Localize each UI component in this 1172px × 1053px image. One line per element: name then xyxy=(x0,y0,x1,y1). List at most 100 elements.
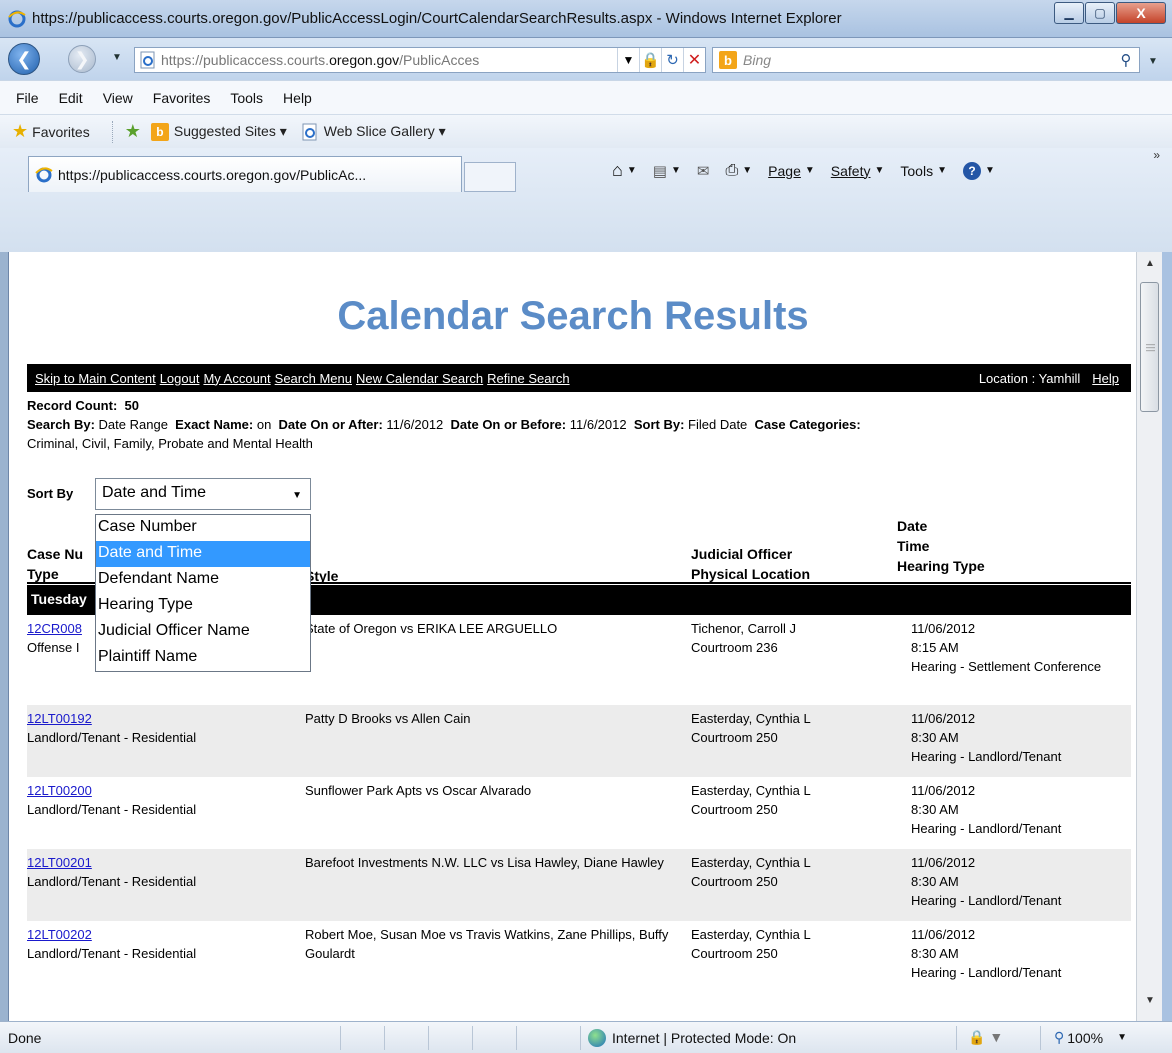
close-button[interactable]: X xyxy=(1116,2,1166,24)
tab-current[interactable]: https://publicaccess.courts.oregon.gov/P… xyxy=(28,156,462,192)
navigation-bar: ❮ ❯ ▼ https://publicaccess.courts.oregon… xyxy=(0,38,1172,80)
home-button[interactable]: ⌂ ▼ xyxy=(612,160,637,181)
case-number-link[interactable]: 12LT00192 xyxy=(27,711,92,726)
status-divider xyxy=(384,1026,385,1050)
address-url[interactable]: https://publicaccess.courts.oregon.gov/P… xyxy=(161,52,617,68)
status-divider xyxy=(428,1026,429,1050)
sort-option-date-and-time[interactable]: Date and Time xyxy=(96,541,310,567)
table-row: 12LT00200 Landlord/Tenant - Residential S… xyxy=(27,783,1062,836)
sort-option-plaintiff-name[interactable]: Plaintiff Name xyxy=(96,645,310,671)
column-header-officer: Judicial Officer Physical Location xyxy=(691,546,811,582)
case-number-link[interactable]: 12LT00200 xyxy=(27,783,92,798)
add-favorite-icon[interactable]: ★ xyxy=(125,121,141,142)
maximize-button[interactable]: ▢ xyxy=(1085,2,1115,24)
search-icon[interactable]: ⚲ xyxy=(1113,51,1139,69)
vertical-scrollbar[interactable]: ▲ — — — ▼ xyxy=(1136,252,1162,1021)
location-label: Location : Yamhill xyxy=(978,370,1081,386)
search-menu-link[interactable]: Search Menu xyxy=(275,371,352,386)
record-count: 50 xyxy=(124,398,139,413)
case-number-link[interactable]: 12LT00202 xyxy=(27,927,92,942)
new-tab-button[interactable] xyxy=(464,162,516,192)
feeds-button[interactable]: ▤ ▼ xyxy=(653,162,681,180)
ie-logo-icon xyxy=(8,10,26,28)
help-link[interactable]: Help xyxy=(1092,371,1119,386)
sort-by-options-list: Case Number Date and Time Defendant Name… xyxy=(95,514,311,672)
refine-search-link[interactable]: Refine Search xyxy=(487,371,569,386)
bing-logo-icon: b xyxy=(150,122,169,141)
window-frame-edge xyxy=(1162,252,1172,1021)
status-bar: Done Internet | Protected Mode: On 🔒 ▼ ⚲… xyxy=(0,1021,1172,1053)
menu-tools[interactable]: Tools xyxy=(226,90,267,106)
address-dropdown-icon[interactable]: ▼ xyxy=(617,48,639,72)
column-header-date: Date Time Hearing Type xyxy=(897,518,985,574)
address-bar[interactable]: https://publicaccess.courts.oregon.gov/P… xyxy=(134,47,706,73)
help-menu[interactable]: ? ▼ xyxy=(962,161,995,180)
search-box[interactable]: b Bing ⚲ xyxy=(712,47,1140,73)
ie-logo-icon xyxy=(35,166,53,182)
stop-icon[interactable]: ✕ xyxy=(683,48,705,72)
forward-arrow-icon: ❯ xyxy=(74,48,90,69)
zoom-control[interactable]: ⚲ 100% ▼ xyxy=(1054,1029,1127,1046)
case-number-link[interactable]: 12LT00201 xyxy=(27,855,92,870)
search-dropdown-icon[interactable]: ▼ xyxy=(1148,56,1158,67)
web-slice-gallery-button[interactable]: Web Slice Gallery ▾ xyxy=(301,123,446,141)
my-account-link[interactable]: My Account xyxy=(203,371,270,386)
status-divider xyxy=(580,1026,581,1050)
logout-link[interactable]: Logout xyxy=(160,371,200,386)
page-menu[interactable]: Page ▼ xyxy=(768,163,815,179)
home-icon: ⌂ xyxy=(612,160,623,180)
sort-option-case-number[interactable]: Case Number xyxy=(96,515,310,541)
safety-menu[interactable]: Safety ▼ xyxy=(831,163,885,179)
new-calendar-search-link[interactable]: New Calendar Search xyxy=(356,371,483,386)
scroll-down-icon[interactable]: ▼ xyxy=(1137,995,1163,1015)
ie-logo-icon xyxy=(302,123,317,140)
forward-button[interactable]: ❯ xyxy=(68,45,96,73)
recent-pages-dropdown-icon[interactable]: ▼ xyxy=(112,52,122,63)
page-title: Calendar Search Results xyxy=(337,294,809,338)
status-text: Done xyxy=(8,1030,42,1046)
sort-by-select[interactable]: Date and Time ▼ xyxy=(95,478,311,510)
sort-option-hearing-type[interactable]: Hearing Type xyxy=(96,593,310,619)
status-divider xyxy=(472,1026,473,1050)
sort-option-defendant-name[interactable]: Defendant Name xyxy=(96,567,310,593)
menu-view[interactable]: View xyxy=(99,90,137,106)
minimize-button[interactable]: ▁ xyxy=(1054,2,1084,24)
window-controls: ▁ ▢ X xyxy=(1053,2,1166,26)
search-criteria: Record Count: 50 Search By: Date Range E… xyxy=(27,396,1127,453)
menu-favorites[interactable]: Favorites xyxy=(149,90,215,106)
menu-edit[interactable]: Edit xyxy=(55,90,87,106)
sort-option-judicial-officer-name[interactable]: Judicial Officer Name xyxy=(96,619,310,645)
window-titlebar: https://publicaccess.courts.oregon.gov/P… xyxy=(0,0,1172,38)
favorites-button[interactable]: ★ Favorites xyxy=(12,121,90,142)
back-button[interactable]: ❮ xyxy=(8,43,40,75)
help-icon: ? xyxy=(962,161,981,180)
menu-file[interactable]: File xyxy=(12,90,43,106)
window-title: https://publicaccess.courts.oregon.gov/P… xyxy=(32,10,842,27)
page-nav-bar: Skip to Main Content Logout My Account S… xyxy=(27,364,1131,392)
lock-icon[interactable]: 🔒 xyxy=(639,48,661,72)
print-button[interactable]: ⎙ ▼ xyxy=(725,162,752,180)
search-input[interactable]: Bing xyxy=(743,52,1113,68)
protected-mode-icon[interactable]: 🔒 ▼ xyxy=(968,1029,1003,1046)
case-number-link[interactable]: 12CR008 xyxy=(27,621,82,636)
suggested-sites-button[interactable]: b Suggested Sites ▾ xyxy=(150,122,287,141)
zoom-icon: ⚲ xyxy=(1054,1029,1065,1045)
scroll-up-icon[interactable]: ▲ xyxy=(1137,258,1163,278)
menu-help[interactable]: Help xyxy=(279,90,316,106)
favorites-bar: ★ Favorites ★ b Suggested Sites ▾ Web Sl… xyxy=(0,114,1172,148)
read-mail-button[interactable]: ✉ xyxy=(697,162,710,180)
chevron-down-icon: ▼ xyxy=(292,490,302,501)
tab-title: https://publicaccess.courts.oregon.gov/P… xyxy=(58,166,367,183)
security-zone[interactable]: Internet | Protected Mode: On xyxy=(588,1029,796,1047)
table-row: 12LT00202 Landlord/Tenant - Residential R… xyxy=(27,927,1062,980)
scrollbar-thumb[interactable]: — — — xyxy=(1140,282,1159,412)
star-icon: ★ xyxy=(12,121,29,141)
toolbar-overflow-icon[interactable]: » xyxy=(1153,148,1160,162)
tools-menu[interactable]: Tools ▼ xyxy=(900,163,947,179)
refresh-icon[interactable]: ↻ xyxy=(661,48,683,72)
skip-to-main-content-link[interactable]: Skip to Main Content xyxy=(35,371,156,386)
toolbar-separator xyxy=(111,120,113,143)
table-row: 12LT00201 Landlord/Tenant - Residential B… xyxy=(27,849,1131,921)
grip-icon: — — — xyxy=(1146,339,1155,355)
command-bar: ⌂ ▼ ▤ ▼ ✉ ⎙ ▼ Page ▼ Safety ▼ Tools ▼ ? ▼ xyxy=(612,160,1011,181)
